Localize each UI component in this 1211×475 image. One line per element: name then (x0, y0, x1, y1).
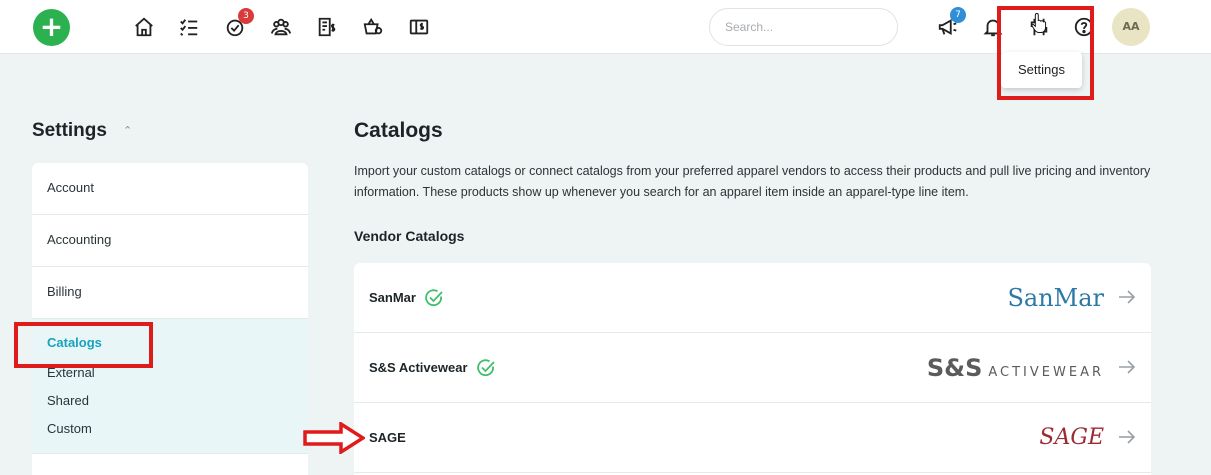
annotation-arrow-icon (303, 420, 367, 456)
collapse-icon[interactable]: ⌃ (123, 124, 132, 137)
settings-highlight-box (997, 6, 1094, 100)
page-title: Catalogs (354, 119, 443, 142)
connected-check-icon (476, 358, 496, 378)
wallet-icon[interactable] (408, 16, 430, 38)
arrow-right-icon[interactable] (1117, 287, 1137, 307)
vendor-row-sage[interactable]: SAGE SAGE (354, 403, 1151, 473)
sage-logo: SAGE (1039, 425, 1104, 450)
store-settings-icon[interactable] (362, 16, 384, 38)
sidebar-title: Settings (32, 120, 107, 141)
add-button[interactable]: + (33, 9, 70, 46)
tasks-badge: 3 (238, 8, 254, 24)
sidebar-item-account[interactable]: Account (32, 163, 308, 215)
sidebar-menu: Account Accounting Billing Catalogs Exte… (32, 163, 308, 475)
arrow-right-icon[interactable] (1117, 427, 1137, 447)
vendor-row-ss-activewear[interactable]: S&S Activewear S&S ACTIVEWEAR (354, 333, 1151, 403)
sidebar-item-accounting[interactable]: Accounting (32, 215, 308, 267)
vendor-name: S&S Activewear (369, 360, 468, 375)
home-icon[interactable] (133, 16, 155, 38)
vendor-list: SanMar SanMar S&S Activewear S&S ACTIVEWE… (354, 263, 1151, 475)
sidebar-subitem-shared[interactable]: Shared (32, 387, 308, 415)
search-input[interactable]: Search... (709, 8, 898, 46)
catalogs-highlight-box (14, 322, 153, 368)
vendor-catalogs-heading: Vendor Catalogs (354, 228, 465, 244)
connected-check-icon (424, 288, 444, 308)
checklist-icon[interactable] (178, 16, 200, 38)
announcements-badge: 7 (950, 7, 966, 23)
vendor-name: SAGE (369, 430, 406, 445)
sidebar-item-billing[interactable]: Billing (32, 267, 308, 319)
arrow-right-icon[interactable] (1117, 357, 1137, 377)
page-description: Import your custom catalogs or connect c… (354, 164, 1151, 199)
user-avatar[interactable]: AA (1112, 8, 1150, 46)
team-icon[interactable] (270, 16, 292, 38)
invoice-icon[interactable] (316, 16, 338, 38)
sanmar-logo: SanMar (1007, 284, 1104, 312)
sidebar-subitem-custom[interactable]: Custom (32, 415, 308, 443)
vendor-row-sanmar[interactable]: SanMar SanMar (354, 263, 1151, 333)
ss-activewear-logo: S&S ACTIVEWEAR (926, 354, 1104, 382)
vendor-name: SanMar (369, 290, 416, 305)
